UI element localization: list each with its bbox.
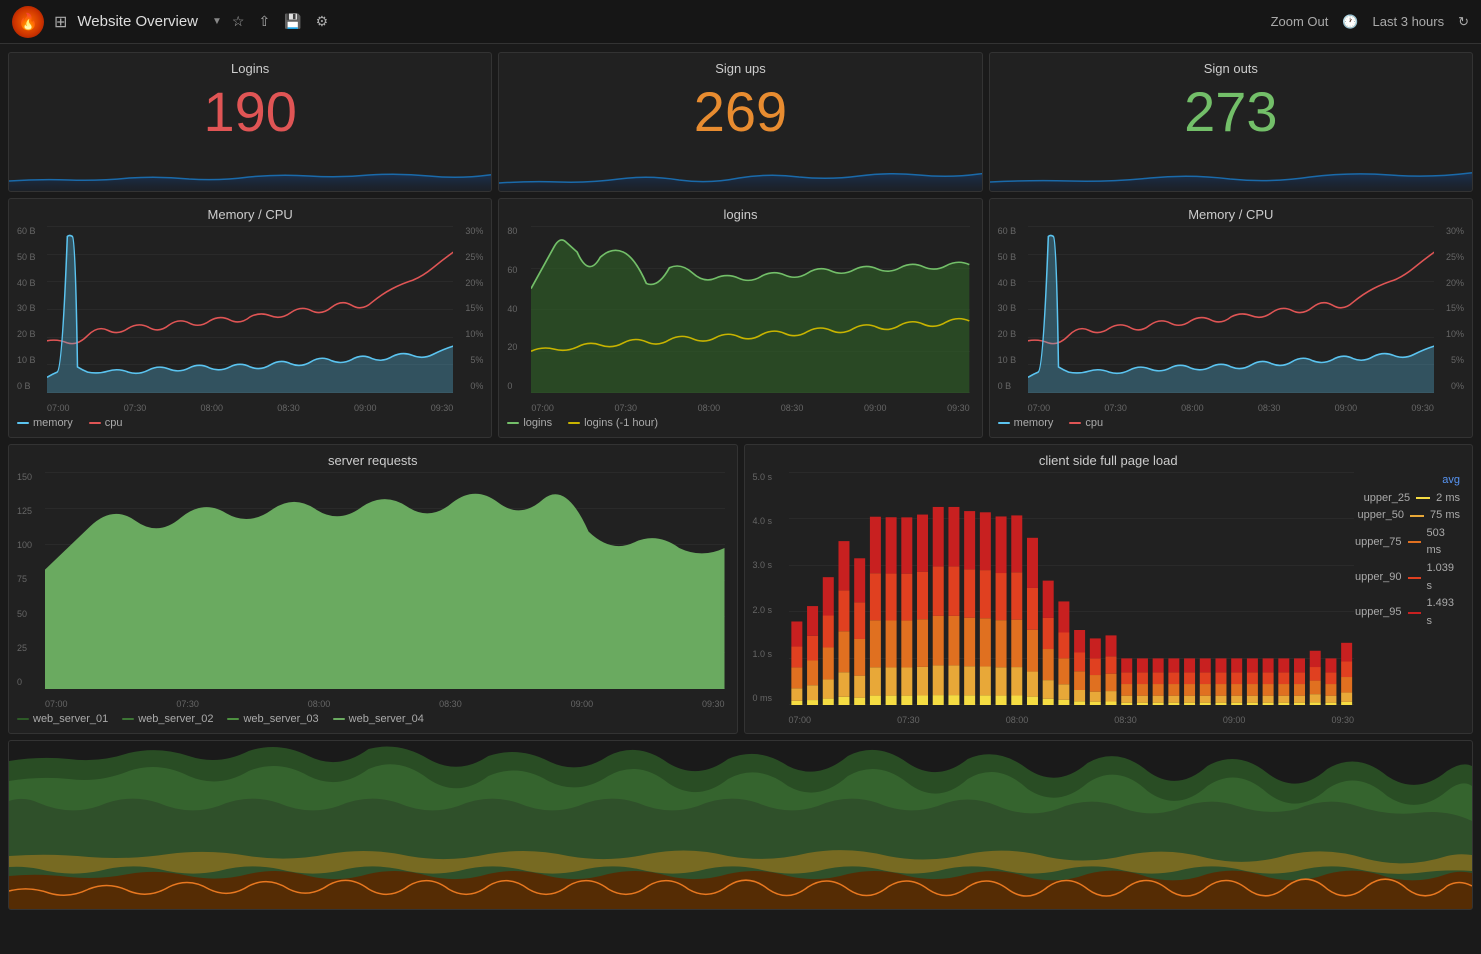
legend-memory-r: memory — [998, 417, 1054, 429]
signups-title: Sign ups — [511, 61, 969, 76]
dashboard-title: Website Overview — [77, 13, 198, 30]
chart-panels-row: Memory / CPU 60 B50 B40 B30 B20 B10 B0 B… — [8, 198, 1473, 438]
legend-ws03: web_server_03 — [227, 713, 318, 725]
signups-sparkline — [499, 151, 981, 191]
signups-panel: Sign ups 269 — [498, 52, 982, 192]
main-content: Logins 190 Sign ups 269 — [0, 44, 1481, 918]
logins-chart-area: 806040200 07:0007:3008:0008:3009:0009:30 — [507, 226, 973, 413]
client-y-labels: 5.0 s4.0 s3.0 s2.0 s1.0 s0 ms — [753, 472, 789, 705]
client-legend-title: avg — [1355, 472, 1460, 490]
server-legend: web_server_01 web_server_02 web_server_0… — [17, 709, 729, 725]
server-requests-panel: server requests 1501251007550250 — [8, 444, 738, 734]
logins-x-labels: 07:0007:3008:0008:3009:0009:30 — [531, 403, 969, 413]
signouts-panel: Sign outs 273 — [989, 52, 1473, 192]
logins-chart-title: logins — [507, 207, 973, 222]
server-requests-title: server requests — [17, 453, 729, 468]
logins-title: Logins — [21, 61, 479, 76]
clock-icon: 🕐 — [1342, 14, 1358, 30]
memory-cpu-left-chart: 60 B50 B40 B30 B20 B10 B0 B 30%25%20%15%… — [17, 226, 483, 413]
settings-icon[interactable]: ⚙ — [316, 13, 329, 30]
x-axis-labels: 07:0007:3008:0008:3009:0009:30 — [47, 403, 453, 413]
star-icon[interactable]: ☆ — [232, 13, 245, 30]
client-legend: avg upper_25 2 ms upper_50 75 ms upper_7… — [1355, 472, 1460, 630]
grid-icon: ⊞ — [54, 12, 67, 32]
refresh-icon[interactable]: ↻ — [1458, 14, 1469, 30]
legend-upper25: upper_25 2 ms — [1355, 490, 1460, 508]
x-axis-labels-r: 07:0007:3008:0008:3009:0009:30 — [1028, 403, 1434, 413]
y-axis-labels-left-r: 60 B50 B40 B30 B20 B10 B0 B — [998, 226, 1028, 393]
zoom-out-button[interactable]: Zoom Out — [1271, 14, 1329, 29]
logins-panel: Logins 190 — [8, 52, 492, 192]
logins-sparkline — [9, 151, 491, 191]
y-axis-labels-right: 30%25%20%15%10%5%0% — [453, 226, 483, 393]
stat-panels: Logins 190 Sign ups 269 — [8, 52, 1473, 192]
signups-value: 269 — [511, 84, 969, 140]
legend-cpu-r: cpu — [1069, 417, 1103, 429]
large-chart-panels: server requests 1501251007550250 — [8, 444, 1473, 734]
header: 🔥 ⊞ Website Overview ▼ ☆ ⇧ 💾 ⚙ Zoom Out … — [0, 0, 1481, 44]
legend-ws01: web_server_01 — [17, 713, 108, 725]
memory-cpu-right-panel: Memory / CPU 60 B50 B40 B30 B20 B10 B0 B… — [989, 198, 1473, 438]
server-y-labels: 1501251007550250 — [17, 472, 47, 689]
legend-memory: memory — [17, 417, 73, 429]
signouts-value: 273 — [1002, 84, 1460, 140]
client-x-labels: 07:0007:3008:0008:3009:0009:30 — [789, 715, 1355, 725]
chevron-down-icon[interactable]: ▼ — [212, 16, 222, 27]
legend-upper95: upper_95 1.493 s — [1355, 595, 1460, 630]
memory-cpu-right-title: Memory / CPU — [998, 207, 1464, 222]
logins-legend: logins logins (-1 hour) — [507, 413, 973, 429]
memory-cpu-right-chart: 60 B50 B40 B30 B20 B10 B0 B 30%25%20%15%… — [998, 226, 1464, 413]
logins-y-labels: 806040200 — [507, 226, 531, 393]
memory-cpu-right-legend: memory cpu — [998, 413, 1464, 429]
save-icon[interactable]: 💾 — [284, 13, 301, 30]
legend-cpu: cpu — [89, 417, 123, 429]
legend-logins: logins — [507, 417, 552, 429]
y-axis-labels-right-r: 30%25%20%15%10%5%0% — [1434, 226, 1464, 393]
signouts-sparkline — [990, 151, 1472, 191]
signouts-title: Sign outs — [1002, 61, 1460, 76]
memory-cpu-left-panel: Memory / CPU 60 B50 B40 B30 B20 B10 B0 B… — [8, 198, 492, 438]
header-right: Zoom Out 🕐 Last 3 hours ↻ — [1271, 14, 1469, 30]
legend-upper90: upper_90 1.039 s — [1355, 560, 1460, 595]
memory-cpu-left-title: Memory / CPU — [17, 207, 483, 222]
client-page-load-chart: 5.0 s4.0 s3.0 s2.0 s1.0 s0 ms avg upper_… — [753, 472, 1465, 725]
app-logo: 🔥 — [12, 6, 44, 38]
client-page-load-title: client side full page load — [753, 453, 1465, 468]
server-x-labels: 07:0007:3008:0008:3009:0009:30 — [45, 699, 725, 709]
share-icon[interactable]: ⇧ — [258, 13, 270, 30]
legend-upper75: upper_75 503 ms — [1355, 525, 1460, 560]
logins-value: 190 — [21, 84, 479, 140]
legend-ws02: web_server_02 — [122, 713, 213, 725]
time-range[interactable]: Last 3 hours — [1373, 14, 1445, 29]
legend-logins-1hr: logins (-1 hour) — [568, 417, 658, 429]
legend-upper50: upper_50 75 ms — [1355, 507, 1460, 525]
overview-panel — [8, 740, 1473, 910]
server-requests-chart: 1501251007550250 — [17, 472, 729, 709]
header-toolbar: ☆ ⇧ 💾 ⚙ — [232, 13, 328, 30]
logins-chart-panel: logins 806040200 07:0007:3008:0008:3009:… — [498, 198, 982, 438]
y-axis-labels-left: 60 B50 B40 B30 B20 B10 B0 B — [17, 226, 47, 393]
legend-ws04: web_server_04 — [333, 713, 424, 725]
client-page-load-panel: client side full page load 5.0 s4.0 s3.0… — [744, 444, 1474, 734]
memory-cpu-left-legend: memory cpu — [17, 413, 483, 429]
